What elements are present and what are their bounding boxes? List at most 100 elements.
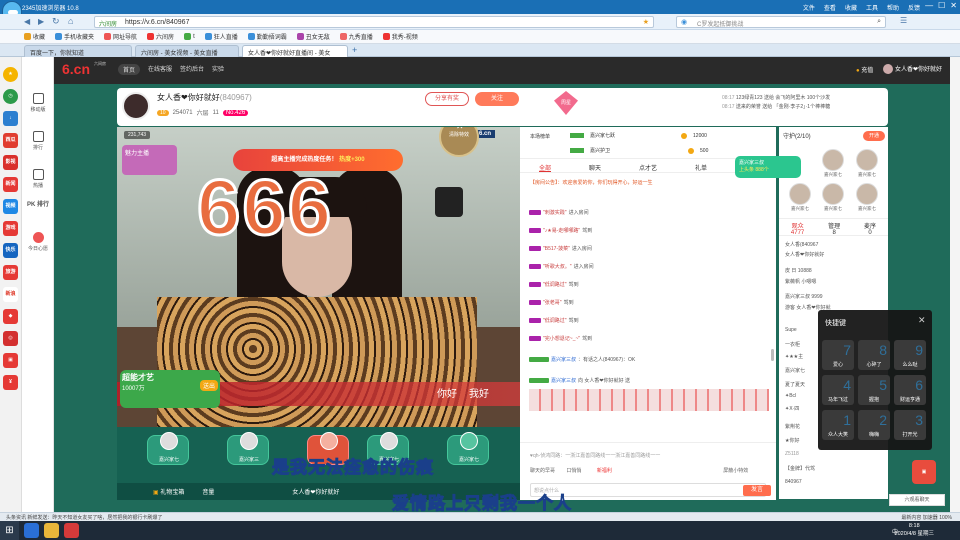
search-icon[interactable]: ⌕	[877, 18, 881, 26]
weibo-icon[interactable]: ◎	[3, 331, 18, 346]
chat-target-select[interactable]: 聊天的早哥	[530, 468, 555, 474]
audience-item[interactable]: ✦★★主	[785, 353, 803, 360]
watch-chat-button[interactable]: 六观看聊天	[889, 494, 945, 506]
audience-item[interactable]: 紫荆花	[785, 423, 800, 430]
bookmark-dict[interactable]: 勤勤捂词霸	[247, 32, 287, 41]
send-button[interactable]: 发言	[743, 485, 771, 496]
super-send-button[interactable]: 送出	[200, 380, 219, 391]
audience-item[interactable]: 嘉兴家七	[785, 367, 805, 374]
nav-pk[interactable]: PK 排行	[22, 199, 54, 208]
guest-seat[interactable]: 嘉兴家七	[447, 432, 489, 465]
favorite-star-icon[interactable]: ★	[643, 18, 649, 26]
guard-avatar[interactable]	[822, 183, 844, 205]
shortcut-key[interactable]: 9 么么哒	[894, 340, 926, 370]
search-box[interactable]: ◉ C罗发起抵御挑战 ⌕	[676, 16, 886, 28]
headline-card[interactable]: 嘉兴家三叔 上头条 888个	[735, 156, 801, 178]
tab-all[interactable]: 全部	[538, 163, 551, 172]
guard-avatar[interactable]	[789, 183, 811, 205]
shortcut-key[interactable]: 4 马年飞过	[822, 375, 854, 405]
tab-gifts[interactable]: 礼单	[695, 163, 707, 172]
follow-button[interactable]: 关注	[475, 92, 519, 106]
back-icon[interactable]: ◀	[24, 17, 30, 26]
bookmark-live[interactable]: 狂人直播	[204, 32, 238, 41]
share-button[interactable]: 分享有奖	[425, 92, 469, 106]
guest-seat[interactable]: 嘉兴家七	[147, 432, 189, 465]
bookmark-nav[interactable]: 网址导航	[104, 32, 137, 41]
bookmark-favorites[interactable]: 收藏	[24, 32, 45, 41]
folder-icon[interactable]	[44, 523, 59, 538]
audience-item[interactable]: 一衣柜	[785, 341, 800, 348]
sina-icon[interactable]: 新浪	[3, 287, 18, 302]
audience-item[interactable]: Supe	[785, 327, 797, 333]
tab-baidu[interactable]: 百度一下，你就知道	[24, 45, 132, 57]
sidebar-app-4[interactable]: 游戏	[3, 221, 18, 236]
new-tab-button[interactable]: +	[352, 45, 357, 55]
audience-item[interactable]: 皮 日 10888	[785, 267, 812, 274]
live-video[interactable]: 231,743 6.cn 魅力主播 超高主播完成热度任务！ 热度+300 666…	[117, 127, 520, 427]
block-effects-checkbox[interactable]: 屏蔽小特效	[723, 468, 748, 474]
sidebar-app-6[interactable]: 旅游	[3, 265, 18, 280]
nav-backend[interactable]: 签约后台	[180, 64, 204, 75]
shortcut-key[interactable]: 8 心碎了	[858, 340, 890, 370]
guest-seat[interactable]: 嘉兴家三	[227, 432, 269, 465]
download-icon[interactable]: ↓	[3, 111, 18, 126]
nav-service[interactable]: 在线客服	[148, 64, 172, 75]
shortcut-key[interactable]: 2 嗨嗨	[858, 410, 890, 440]
minimize-icon[interactable]: —	[925, 1, 933, 10]
site-logo[interactable]: 6.cn	[62, 61, 90, 77]
weekly-star-badge[interactable]: 周星	[554, 91, 578, 115]
audience-item[interactable]: ✦Ⅹ·四	[785, 405, 799, 412]
maximize-icon[interactable]: ☐	[938, 1, 945, 10]
audience-item[interactable]: Z5118	[785, 451, 799, 457]
search-engine-icon[interactable]: ◉	[681, 18, 687, 26]
bookmark-woxiu[interactable]: 我秀-视频	[382, 32, 418, 41]
menu-favorites[interactable]: 收藏	[845, 3, 857, 12]
bookmark-9show[interactable]: 九秀直播	[339, 32, 373, 41]
status-news[interactable]: 头条资讯 新鲜发送：昨天不知道女友买了啥，居然把我的银行卡刷爆了	[6, 514, 162, 521]
tab-talent[interactable]: 点才艺	[639, 163, 657, 172]
bookmark-t[interactable]: t	[184, 33, 195, 40]
bookmark-6cn[interactable]: 六间房	[147, 32, 174, 41]
guard-avatar[interactable]	[822, 149, 844, 171]
menu-icon[interactable]: ☰	[900, 16, 907, 25]
nav-hot[interactable]: 热播	[22, 169, 54, 189]
menu-feedback[interactable]: 反馈	[908, 3, 920, 12]
tab-admins[interactable]: 管理 8	[828, 221, 840, 236]
menu-help[interactable]: 帮助	[887, 3, 899, 12]
tab-queue[interactable]: 麦序 0	[864, 221, 876, 236]
home-icon[interactable]: ⌂	[68, 16, 73, 26]
windows-start-icon[interactable]: ⊞	[0, 521, 19, 540]
nav-ranking[interactable]: 排行	[22, 131, 54, 151]
whisper-checkbox[interactable]: 口悄悄	[566, 468, 581, 474]
nav-lab[interactable]: 实验	[212, 64, 224, 75]
address-bar[interactable]: 六间房 https://v.6.cn/840967 ★	[94, 16, 654, 28]
close-icon[interactable]: ✕	[950, 1, 957, 10]
sidebar-app-2[interactable]: 新闻	[3, 177, 18, 192]
audience-item[interactable]: 紫薇帆 小嗯嗯	[785, 278, 816, 285]
audience-item[interactable]: 【金牌】代驾	[785, 465, 815, 472]
audience-item[interactable]: 女人香❤你好就好	[785, 251, 824, 258]
open-guard-button[interactable]: 开通	[863, 131, 885, 141]
tab-6cn-home[interactable]: 六间房 - 美女视频 - 美女直播	[135, 45, 239, 57]
shortcut-key[interactable]: 1 众人大笑	[822, 410, 854, 440]
sidebar-app-1[interactable]: 影视	[3, 155, 18, 170]
refresh-icon[interactable]: ↻	[52, 16, 60, 27]
forward-icon[interactable]: ▶	[38, 17, 44, 26]
shortcut-key[interactable]: 3 打开光	[894, 410, 926, 440]
favorites-star-icon[interactable]: ★	[3, 67, 18, 82]
close-icon[interactable]: ✕	[918, 315, 926, 326]
super-talent-box[interactable]: 超能才艺 10007万 送出	[120, 370, 220, 408]
guard-avatar[interactable]	[856, 183, 878, 205]
nav-home[interactable]: 首页	[118, 64, 141, 75]
tab-live-room[interactable]: 女人香❤你好就好直播间 - 美女	[242, 45, 348, 57]
user-menu[interactable]: 女人香❤你好就好	[883, 64, 942, 75]
audience-item[interactable]: 嘉兴家三叔 9999	[785, 293, 823, 300]
menu-file[interactable]: 文件	[803, 3, 815, 12]
bookmark-mobile[interactable]: 手机收藏夹	[55, 32, 94, 41]
browser-taskbar-icon[interactable]	[64, 523, 79, 538]
url-text[interactable]: https://v.6.cn/840967	[125, 19, 189, 26]
audience-item[interactable]: 夏了夏天	[785, 381, 805, 388]
tab-audience[interactable]: 观众 4777	[791, 221, 804, 236]
gift-welfare-button[interactable]: 新福利	[597, 468, 612, 474]
nav-mobile[interactable]: 移动版	[22, 93, 54, 113]
